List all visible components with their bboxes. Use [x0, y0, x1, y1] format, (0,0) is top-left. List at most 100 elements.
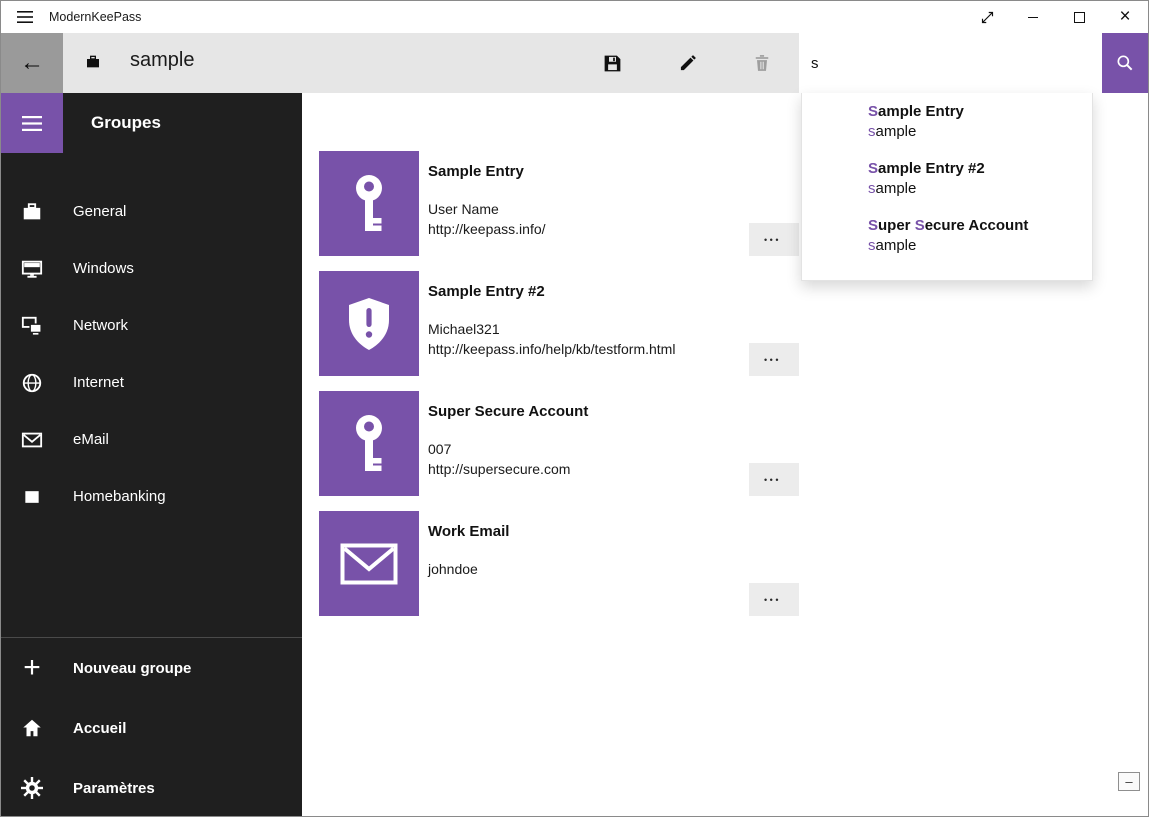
group-list: General Windows: [1, 183, 302, 525]
ellipsis-icon: •••: [764, 355, 781, 365]
entry-username: Michael321: [428, 319, 675, 339]
app-title: ModernKeePass: [49, 10, 141, 24]
titlebar: ModernKeePass ×: [1, 1, 1148, 33]
sidebar-item-windows[interactable]: Windows: [1, 240, 302, 297]
settings-button[interactable]: Paramètres: [1, 758, 302, 817]
entry-details: 007 http://supersecure.com: [428, 439, 588, 479]
search-input[interactable]: [799, 33, 1102, 93]
key-icon: [346, 413, 392, 475]
plus-icon: +: [1, 653, 63, 683]
entry-username: User Name: [428, 199, 546, 219]
command-bar: ← sample: [1, 33, 1148, 93]
shield-exclamation-icon: [345, 296, 393, 352]
entry-details: johndoe: [428, 559, 509, 579]
entry-title: Work Email: [428, 523, 509, 540]
nav-toggle-button[interactable]: [1, 93, 63, 153]
diagonal-arrows-icon: [980, 10, 995, 25]
zoom-out-button[interactable]: –: [1118, 772, 1140, 791]
search-icon: [1115, 53, 1135, 73]
entry-title: Sample Entry #2: [428, 283, 675, 300]
close-icon: ×: [1119, 6, 1130, 28]
save-button[interactable]: [588, 39, 636, 87]
entry-username: 007: [428, 439, 588, 459]
envelope-icon: [1, 429, 63, 451]
entry-title: Super Secure Account: [428, 403, 588, 420]
entry-username: johndoe: [428, 559, 509, 579]
search-result-subtitle: sample: [868, 237, 1092, 254]
maximize-icon: [1074, 12, 1085, 23]
hamburger-icon: [17, 10, 33, 24]
search-result-title: Super Secure Account: [868, 217, 1092, 234]
entry-text: Super Secure Account 007 http://supersec…: [428, 391, 588, 496]
network-icon: [1, 315, 63, 337]
monitor-icon: [1, 258, 63, 280]
sidebar-item-internet[interactable]: Internet: [1, 354, 302, 411]
save-icon: [602, 53, 623, 74]
search-box: [799, 33, 1148, 93]
entry-text: Sample Entry User Name http://keepass.in…: [428, 151, 546, 256]
search-result-title: Sample Entry: [868, 103, 1092, 120]
search-result-title: Sample Entry #2: [868, 160, 1092, 177]
globe-icon: [1, 372, 63, 394]
envelope-icon: [340, 543, 398, 585]
entry-text: Work Email johndoe: [428, 511, 509, 616]
home-icon: [1, 717, 63, 739]
more-button[interactable]: •••: [749, 463, 799, 496]
gear-icon: [1, 777, 63, 799]
more-button[interactable]: •••: [749, 223, 799, 256]
sidebar-footer: + Nouveau groupe Accueil: [1, 637, 302, 817]
entry-text: Sample Entry #2 Michael321 http://keepas…: [428, 271, 675, 376]
entry-row[interactable]: Sample Entry #2 Michael321 http://keepas…: [319, 271, 1149, 376]
search-result[interactable]: Sample Entry sample: [868, 103, 1092, 140]
more-button[interactable]: •••: [749, 583, 799, 616]
more-button[interactable]: •••: [749, 343, 799, 376]
ellipsis-icon: •••: [764, 595, 781, 605]
app-window: ModernKeePass × ← sample: [0, 0, 1149, 817]
delete-button[interactable]: [738, 39, 786, 87]
entry-tile: [319, 271, 419, 376]
new-group-button[interactable]: + Nouveau groupe: [1, 638, 302, 698]
entry-tile: [319, 151, 419, 256]
search-result-subtitle: sample: [868, 180, 1092, 197]
search-result[interactable]: Super Secure Account sample: [868, 217, 1092, 254]
entry-tile: [319, 391, 419, 496]
search-result[interactable]: Sample Entry #2 sample: [868, 160, 1092, 197]
entry-url: http://keepass.info/: [428, 219, 546, 239]
entry-row[interactable]: Work Email johndoe •••: [319, 511, 1149, 616]
sidebar-item-email[interactable]: eMail: [1, 411, 302, 468]
back-arrow-icon: ←: [20, 49, 44, 77]
search-result-subtitle: sample: [868, 123, 1092, 140]
entry-row[interactable]: Super Secure Account 007 http://supersec…: [319, 391, 1149, 496]
entry-details: Michael321 http://keepass.info/help/kb/t…: [428, 319, 675, 359]
hamburger-icon: [22, 115, 42, 132]
sidebar-item-network[interactable]: Network: [1, 297, 302, 354]
ellipsis-icon: •••: [764, 235, 781, 245]
sidebar: Groupes General: [1, 93, 302, 817]
entry-url: http://supersecure.com: [428, 459, 588, 479]
search-button[interactable]: [1102, 33, 1148, 93]
ellipsis-icon: •••: [764, 475, 781, 485]
home-button[interactable]: Accueil: [1, 698, 302, 758]
sidebar-item-homebanking[interactable]: Homebanking: [1, 468, 302, 525]
briefcase-icon: [1, 201, 63, 223]
database-icon: [85, 54, 101, 75]
fullscreen-button[interactable]: [964, 1, 1010, 33]
search-results-dropdown: Sample Entry sample Sample Entry #2 samp…: [801, 93, 1093, 281]
maximize-button[interactable]: [1056, 1, 1102, 33]
close-button[interactable]: ×: [1102, 1, 1148, 33]
groups-heading: Groupes: [91, 93, 161, 153]
back-button[interactable]: ←: [1, 33, 63, 93]
minus-icon: –: [1125, 774, 1132, 789]
entry-tile: [319, 511, 419, 616]
edit-button[interactable]: [664, 39, 712, 87]
trash-icon: [752, 53, 772, 73]
page-title: sample: [130, 49, 194, 72]
homebanking-icon: [1, 487, 63, 507]
entry-title: Sample Entry: [428, 163, 546, 180]
pencil-icon: [678, 53, 698, 73]
titlebar-menu-button[interactable]: [1, 1, 49, 33]
minimize-button[interactable]: [1010, 1, 1056, 33]
sidebar-item-general[interactable]: General: [1, 183, 302, 240]
minimize-icon: [1028, 17, 1038, 18]
key-icon: [346, 173, 392, 235]
